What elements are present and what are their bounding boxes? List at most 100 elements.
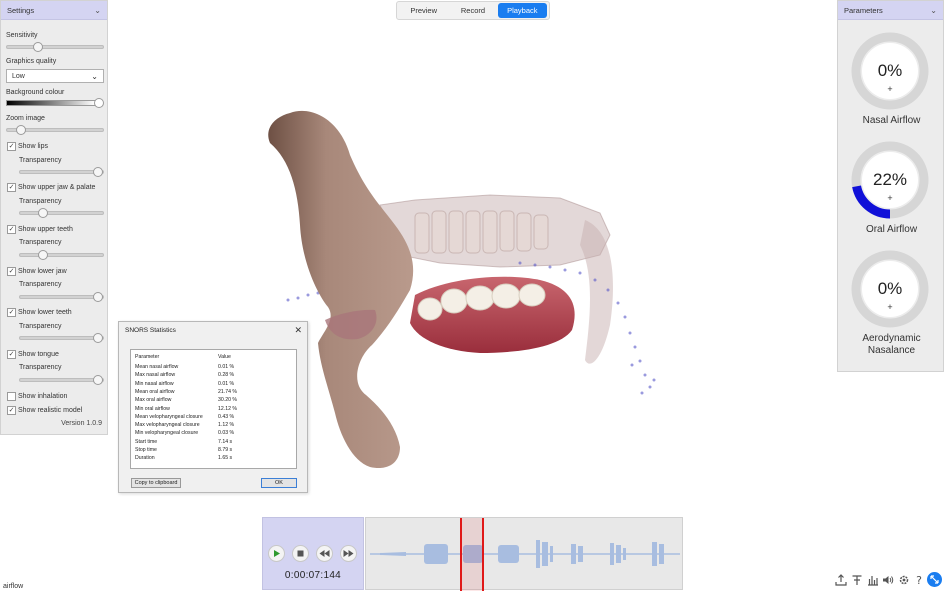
parameters-panel: Parameters ⌄ 0% + Nasal Airflow 22% + Or… xyxy=(837,0,944,372)
table-row: Stop time 8.79 s xyxy=(135,447,232,453)
row-value: 0.43 % xyxy=(218,413,235,420)
tongue-transparency-slider[interactable] xyxy=(19,375,104,385)
slider-thumb[interactable] xyxy=(93,167,103,177)
settings-title: Settings xyxy=(7,5,35,15)
row-value: 1.12 % xyxy=(218,422,235,429)
aerodynamic-nasalance-plus[interactable]: + xyxy=(850,302,930,312)
zoom-slider-thumb[interactable] xyxy=(15,125,26,135)
chevron-down-icon[interactable]: ⌄ xyxy=(930,6,937,15)
row-value: 1.65 s xyxy=(218,455,233,462)
selection-region[interactable] xyxy=(461,518,484,591)
table-row: Mean nasal airflow 0.01 % xyxy=(135,364,234,370)
background-colour-thumb[interactable] xyxy=(94,98,104,108)
table-row: Mean oral airflow 21.74 % xyxy=(135,388,237,395)
export-icon[interactable] xyxy=(835,574,847,586)
lower-jaw-transparency-slider[interactable] xyxy=(19,292,104,302)
graphics-quality-value: Low xyxy=(12,72,25,80)
parameters-title: Parameters xyxy=(844,5,883,15)
rewind-button[interactable] xyxy=(316,545,333,562)
oral-airflow-value: 22% xyxy=(872,170,908,189)
chevron-down-icon[interactable]: ⌄ xyxy=(94,6,101,15)
fast-forward-button[interactable] xyxy=(340,545,357,562)
graphics-quality-select[interactable]: Low ⌄ xyxy=(6,69,104,83)
help-icon[interactable]: ? xyxy=(913,574,925,586)
waveform-plot xyxy=(370,518,680,591)
show-inhalation-checkbox[interactable] xyxy=(7,392,16,401)
volume-icon[interactable] xyxy=(882,574,894,586)
row-param: Start time xyxy=(135,438,158,445)
show-tongue-checkbox[interactable]: ✓ xyxy=(7,350,16,359)
show-realistic-model-checkbox[interactable]: ✓ xyxy=(7,406,16,415)
parameters-header[interactable]: Parameters ⌄ xyxy=(838,1,943,20)
header-parameter: Parameter xyxy=(135,354,160,360)
settings-icon[interactable] xyxy=(898,574,910,586)
slider-thumb[interactable] xyxy=(38,250,49,260)
statistics-table: Parameter Value Mean nasal airflow 0.01 %… xyxy=(130,349,297,469)
svg-text:?: ? xyxy=(916,574,922,586)
play-button[interactable] xyxy=(268,545,285,562)
fast-forward-icon xyxy=(343,550,354,557)
tab-preview[interactable]: Preview xyxy=(399,3,448,18)
show-lower-teeth-checkbox[interactable]: ✓ xyxy=(7,308,16,317)
zoom-image-label: Zoom image xyxy=(6,115,45,122)
waveform-timeline[interactable] xyxy=(365,517,683,591)
row-value: 7.14 s xyxy=(218,438,233,445)
settings-panel: Settings ⌄ Sensitivity Graphics quality … xyxy=(0,0,108,435)
nasal-airflow-value: 0% xyxy=(877,61,903,80)
tab-playback[interactable]: Playback xyxy=(497,3,547,18)
ok-button[interactable]: OK xyxy=(261,478,297,488)
show-lower-jaw-checkbox[interactable]: ✓ xyxy=(7,267,16,276)
sensitivity-slider[interactable] xyxy=(6,42,104,52)
row-param: Mean oral airflow xyxy=(135,388,175,395)
row-param: Stop time xyxy=(135,447,157,453)
transparency-label: Transparency xyxy=(19,239,62,246)
table-header: Parameter Value xyxy=(135,354,231,360)
close-icon[interactable]: ✕ xyxy=(294,325,302,336)
row-value: 30.20 % xyxy=(218,397,238,404)
row-param: Duration xyxy=(135,455,155,462)
slider-thumb[interactable] xyxy=(93,375,103,385)
aerodynamic-nasalance-label-2: Nasalance xyxy=(867,345,916,356)
lower-teeth-transparency-slider[interactable] xyxy=(19,333,104,343)
background-colour-label: Background colour xyxy=(6,89,65,96)
row-param: Mean velopharyngeal closure xyxy=(135,413,203,420)
row-param: Min oral airflow xyxy=(135,405,170,412)
status-label: airflow xyxy=(3,583,24,590)
transparency-label: Transparency xyxy=(19,323,62,330)
oral-airflow-plus[interactable]: + xyxy=(850,193,930,203)
show-realistic-model-label: Show realistic model xyxy=(18,407,83,414)
sensitivity-slider-thumb[interactable] xyxy=(32,42,43,52)
slider-thumb[interactable] xyxy=(93,292,103,302)
table-row: Start time 7.14 s xyxy=(135,438,232,445)
tab-record[interactable]: Record xyxy=(448,3,497,18)
copy-to-clipboard-button[interactable]: Copy to clipboard xyxy=(131,478,181,488)
table-row: Max oral airflow 30.20 % xyxy=(135,397,237,403)
show-upper-jaw-checkbox[interactable]: ✓ xyxy=(7,183,16,192)
graphics-quality-label: Graphics quality xyxy=(6,58,57,65)
jaw-ramus-model xyxy=(580,220,613,364)
stop-button[interactable] xyxy=(292,545,309,562)
show-lips-checkbox[interactable]: ✓ xyxy=(7,142,16,151)
transparency-label: Transparency xyxy=(19,281,62,288)
settings-header[interactable]: Settings ⌄ xyxy=(1,1,107,20)
show-upper-teeth-checkbox[interactable]: ✓ xyxy=(7,225,16,234)
row-value: 0.28 % xyxy=(218,372,235,379)
row-value: 12.12 % xyxy=(218,405,238,412)
chart-icon[interactable] xyxy=(867,574,879,586)
upper-jaw-transparency-slider[interactable] xyxy=(19,208,104,218)
slider-thumb[interactable] xyxy=(93,333,103,343)
expand-icon[interactable] xyxy=(927,572,942,587)
nasal-airflow-plus[interactable]: + xyxy=(850,84,930,94)
rewind-icon xyxy=(319,550,330,557)
table-row: Duration 1.65 s xyxy=(135,455,232,462)
lips-transparency-slider[interactable] xyxy=(19,167,104,177)
background-colour-gradient[interactable] xyxy=(6,100,96,106)
upper-teeth-transparency-slider[interactable] xyxy=(19,250,104,260)
text-icon[interactable] xyxy=(851,574,863,586)
aerodynamic-nasalance-label-1: Aerodynamic xyxy=(862,333,921,344)
row-value: 0.01 % xyxy=(218,380,235,387)
zoom-slider[interactable] xyxy=(6,125,104,135)
transparency-label: Transparency xyxy=(19,157,62,164)
slider-thumb[interactable] xyxy=(38,208,49,218)
table-row: Min oral airflow 12.12 % xyxy=(135,405,237,412)
